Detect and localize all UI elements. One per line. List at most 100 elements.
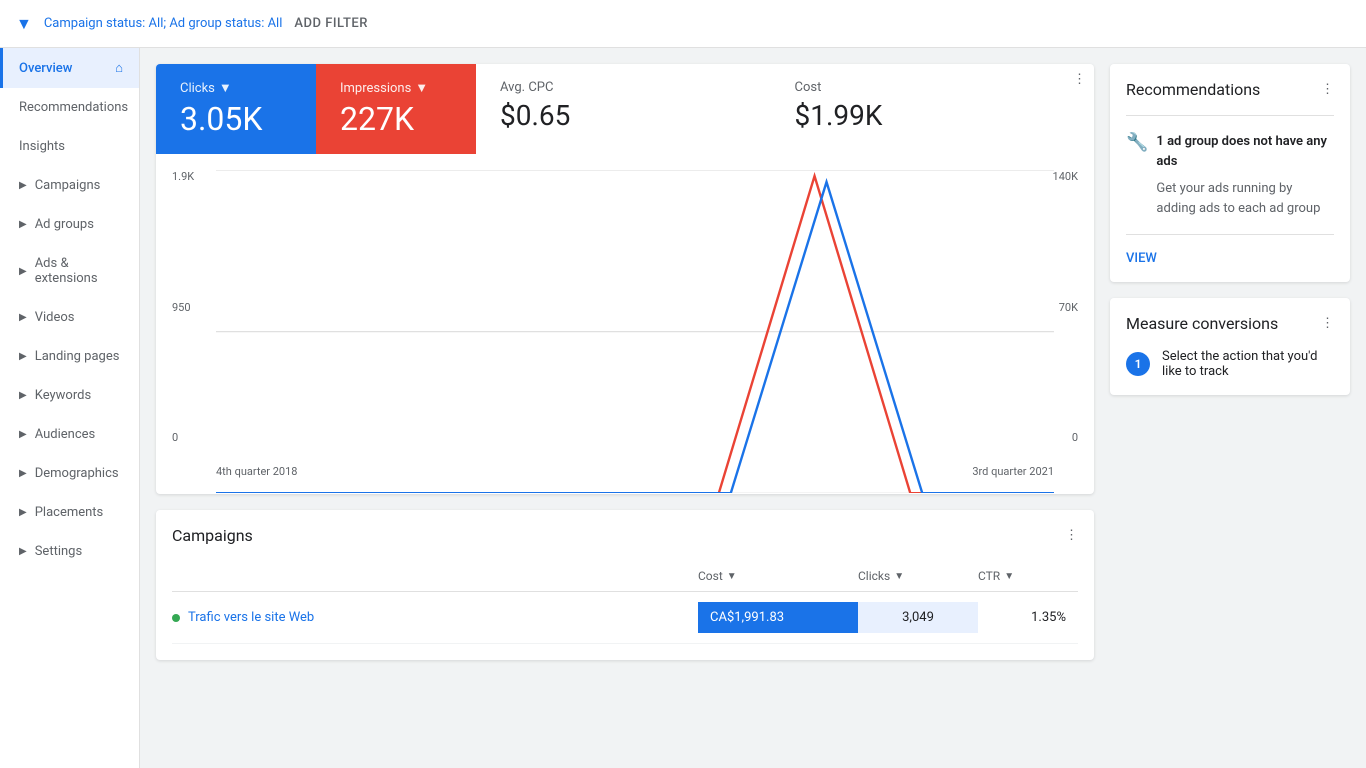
impressions-stat-box[interactable]: Impressions ▼ 227K (316, 64, 476, 154)
measure-menu-button[interactable]: ⋮ (1321, 316, 1334, 331)
cost-label: Cost (795, 80, 1042, 95)
campaigns-card-title: Campaigns (172, 526, 1065, 545)
th-campaign-name (172, 569, 698, 583)
chart-y-axis-left: 1.9K 950 0 (172, 170, 194, 444)
cost-sort-icon: ▼ (727, 571, 737, 582)
campaigns-card: Campaigns ⋮ Cost ▼ Clicks ▼ CTR ▼ (156, 510, 1094, 660)
ad-groups-arrow: ▶ (19, 219, 27, 230)
ctr-sort-icon: ▼ (1004, 571, 1014, 582)
ads-label: Ads & extensions (35, 256, 123, 286)
settings-label: Settings (35, 544, 82, 559)
recommendations-card-title: Recommendations (1126, 80, 1321, 99)
audiences-label: Audiences (35, 427, 96, 442)
videos-label: Videos (35, 310, 75, 325)
campaigns-label: Campaigns (35, 178, 101, 193)
cost-stat-box: Cost $1.99K (771, 64, 1066, 154)
campaign-name-cell[interactable]: Trafic vers le site Web (172, 610, 698, 625)
recommendations-alert-desc: Get your ads running by adding ads to ea… (1156, 179, 1334, 218)
impressions-value: 227K (340, 100, 452, 138)
campaign-ctr-cell: 1.35% (978, 602, 1078, 633)
demographics-arrow: ▶ (19, 468, 27, 479)
campaign-cost-cell: CA$1,991.83 (698, 602, 858, 633)
impressions-dropdown-arrow: ▼ (415, 80, 428, 96)
placements-arrow: ▶ (19, 507, 27, 518)
avg-cpc-stat-box: Avg. CPC $0.65 (476, 64, 771, 154)
sidebar-item-campaigns[interactable]: ▶ Campaigns (0, 166, 139, 205)
sidebar-item-demographics[interactable]: ▶ Demographics (0, 454, 139, 493)
chart-x-axis: 4th quarter 2018 3rd quarter 2021 (216, 465, 1054, 478)
avg-cpc-value: $0.65 (500, 99, 747, 132)
stats-chart-card: Clicks ▼ 3.05K Impressions ▼ 227K Avg. (156, 64, 1094, 494)
clicks-dropdown-arrow: ▼ (219, 80, 232, 96)
keywords-arrow: ▶ (19, 390, 27, 401)
measure-card-title: Measure conversions (1126, 314, 1321, 333)
th-cost[interactable]: Cost ▼ (698, 569, 858, 583)
sidebar-item-ads-extensions[interactable]: ▶ Ads & extensions (0, 244, 139, 298)
measure-conversions-card: Measure conversions ⋮ 1 Select the actio… (1110, 298, 1350, 395)
cost-value: $1.99K (795, 99, 1042, 132)
insights-label: Insights (19, 139, 65, 154)
sidebar-item-audiences[interactable]: ▶ Audiences (0, 415, 139, 454)
clicks-label: Clicks ▼ (180, 80, 292, 96)
landing-pages-arrow: ▶ (19, 351, 27, 362)
right-column: Recommendations ⋮ 🔧 1 ad group does not … (1110, 64, 1350, 752)
campaigns-card-header: Campaigns ⋮ (172, 526, 1078, 545)
th-ctr[interactable]: CTR ▼ (978, 569, 1078, 583)
filter-icon: ▼ (16, 14, 32, 34)
th-clicks[interactable]: Clicks ▼ (858, 569, 978, 583)
keywords-label: Keywords (35, 388, 91, 403)
ad-groups-label: Ad groups (35, 217, 94, 232)
sidebar-item-insights[interactable]: Insights (0, 127, 139, 166)
sidebar-item-landing-pages[interactable]: ▶ Landing pages (0, 337, 139, 376)
top-bar: ▼ Campaign status: All; Ad group status:… (0, 0, 1366, 48)
status-dot (172, 614, 180, 622)
sidebar-item-recommendations[interactable]: Recommendations (0, 88, 139, 127)
recommendations-body: 1 ad group does not have any ads Get you… (1156, 132, 1334, 218)
clicks-sort-icon: ▼ (894, 571, 904, 582)
sidebar: Overview ⌂ Recommendations Insights ▶ Ca… (0, 48, 140, 768)
videos-arrow: ▶ (19, 312, 27, 323)
campaigns-table-header: Cost ▼ Clicks ▼ CTR ▼ (172, 561, 1078, 592)
measure-step-1: 1 Select the action that you'd like to t… (1126, 349, 1334, 379)
stats-header: Clicks ▼ 3.05K Impressions ▼ 227K Avg. (156, 64, 1094, 154)
recommendations-menu-button[interactable]: ⋮ (1321, 82, 1334, 97)
recommendations-divider (1126, 115, 1334, 116)
recommendations-alert-title: 1 ad group does not have any ads (1156, 132, 1334, 171)
campaign-clicks-cell: 3,049 (858, 602, 978, 633)
sidebar-item-ad-groups[interactable]: ▶ Ad groups (0, 205, 139, 244)
landing-pages-label: Landing pages (35, 349, 120, 364)
recommendations-divider-2 (1126, 234, 1334, 235)
campaigns-arrow: ▶ (19, 180, 27, 191)
impressions-label: Impressions ▼ (340, 80, 452, 96)
clicks-value: 3.05K (180, 100, 292, 138)
sidebar-item-overview[interactable]: Overview ⌂ (0, 48, 139, 88)
step-1-text: Select the action that you'd like to tra… (1162, 349, 1334, 379)
overview-label: Overview (19, 61, 107, 76)
recommendations-view-button[interactable]: VIEW (1126, 251, 1157, 266)
wrench-icon: 🔧 (1126, 132, 1148, 153)
audiences-arrow: ▶ (19, 429, 27, 440)
chart-svg (216, 170, 1054, 493)
table-row: Trafic vers le site Web CA$1,991.83 3,04… (172, 592, 1078, 644)
left-column: Clicks ▼ 3.05K Impressions ▼ 227K Avg. (156, 64, 1094, 752)
chart-x-start: 4th quarter 2018 (216, 465, 297, 478)
main-content: Clicks ▼ 3.05K Impressions ▼ 227K Avg. (140, 48, 1366, 768)
demographics-label: Demographics (35, 466, 119, 481)
clicks-stat-box[interactable]: Clicks ▼ 3.05K (156, 64, 316, 154)
chart-x-end: 3rd quarter 2021 (972, 465, 1054, 478)
sidebar-item-placements[interactable]: ▶ Placements (0, 493, 139, 532)
main-layout: Overview ⌂ Recommendations Insights ▶ Ca… (0, 48, 1366, 768)
stats-menu-button[interactable]: ⋮ (1065, 64, 1094, 95)
sidebar-item-videos[interactable]: ▶ Videos (0, 298, 139, 337)
sidebar-item-keywords[interactable]: ▶ Keywords (0, 376, 139, 415)
sidebar-item-settings[interactable]: ▶ Settings (0, 532, 139, 571)
ads-arrow: ▶ (19, 266, 27, 277)
home-icon: ⌂ (115, 60, 123, 76)
settings-arrow: ▶ (19, 546, 27, 557)
recommendations-card: Recommendations ⋮ 🔧 1 ad group does not … (1110, 64, 1350, 282)
recommendations-label: Recommendations (19, 100, 128, 115)
avg-cpc-label: Avg. CPC (500, 80, 747, 95)
add-filter-button[interactable]: ADD FILTER (294, 16, 368, 31)
filter-text[interactable]: Campaign status: All; Ad group status: A… (44, 16, 283, 31)
campaigns-menu-button[interactable]: ⋮ (1065, 528, 1078, 543)
